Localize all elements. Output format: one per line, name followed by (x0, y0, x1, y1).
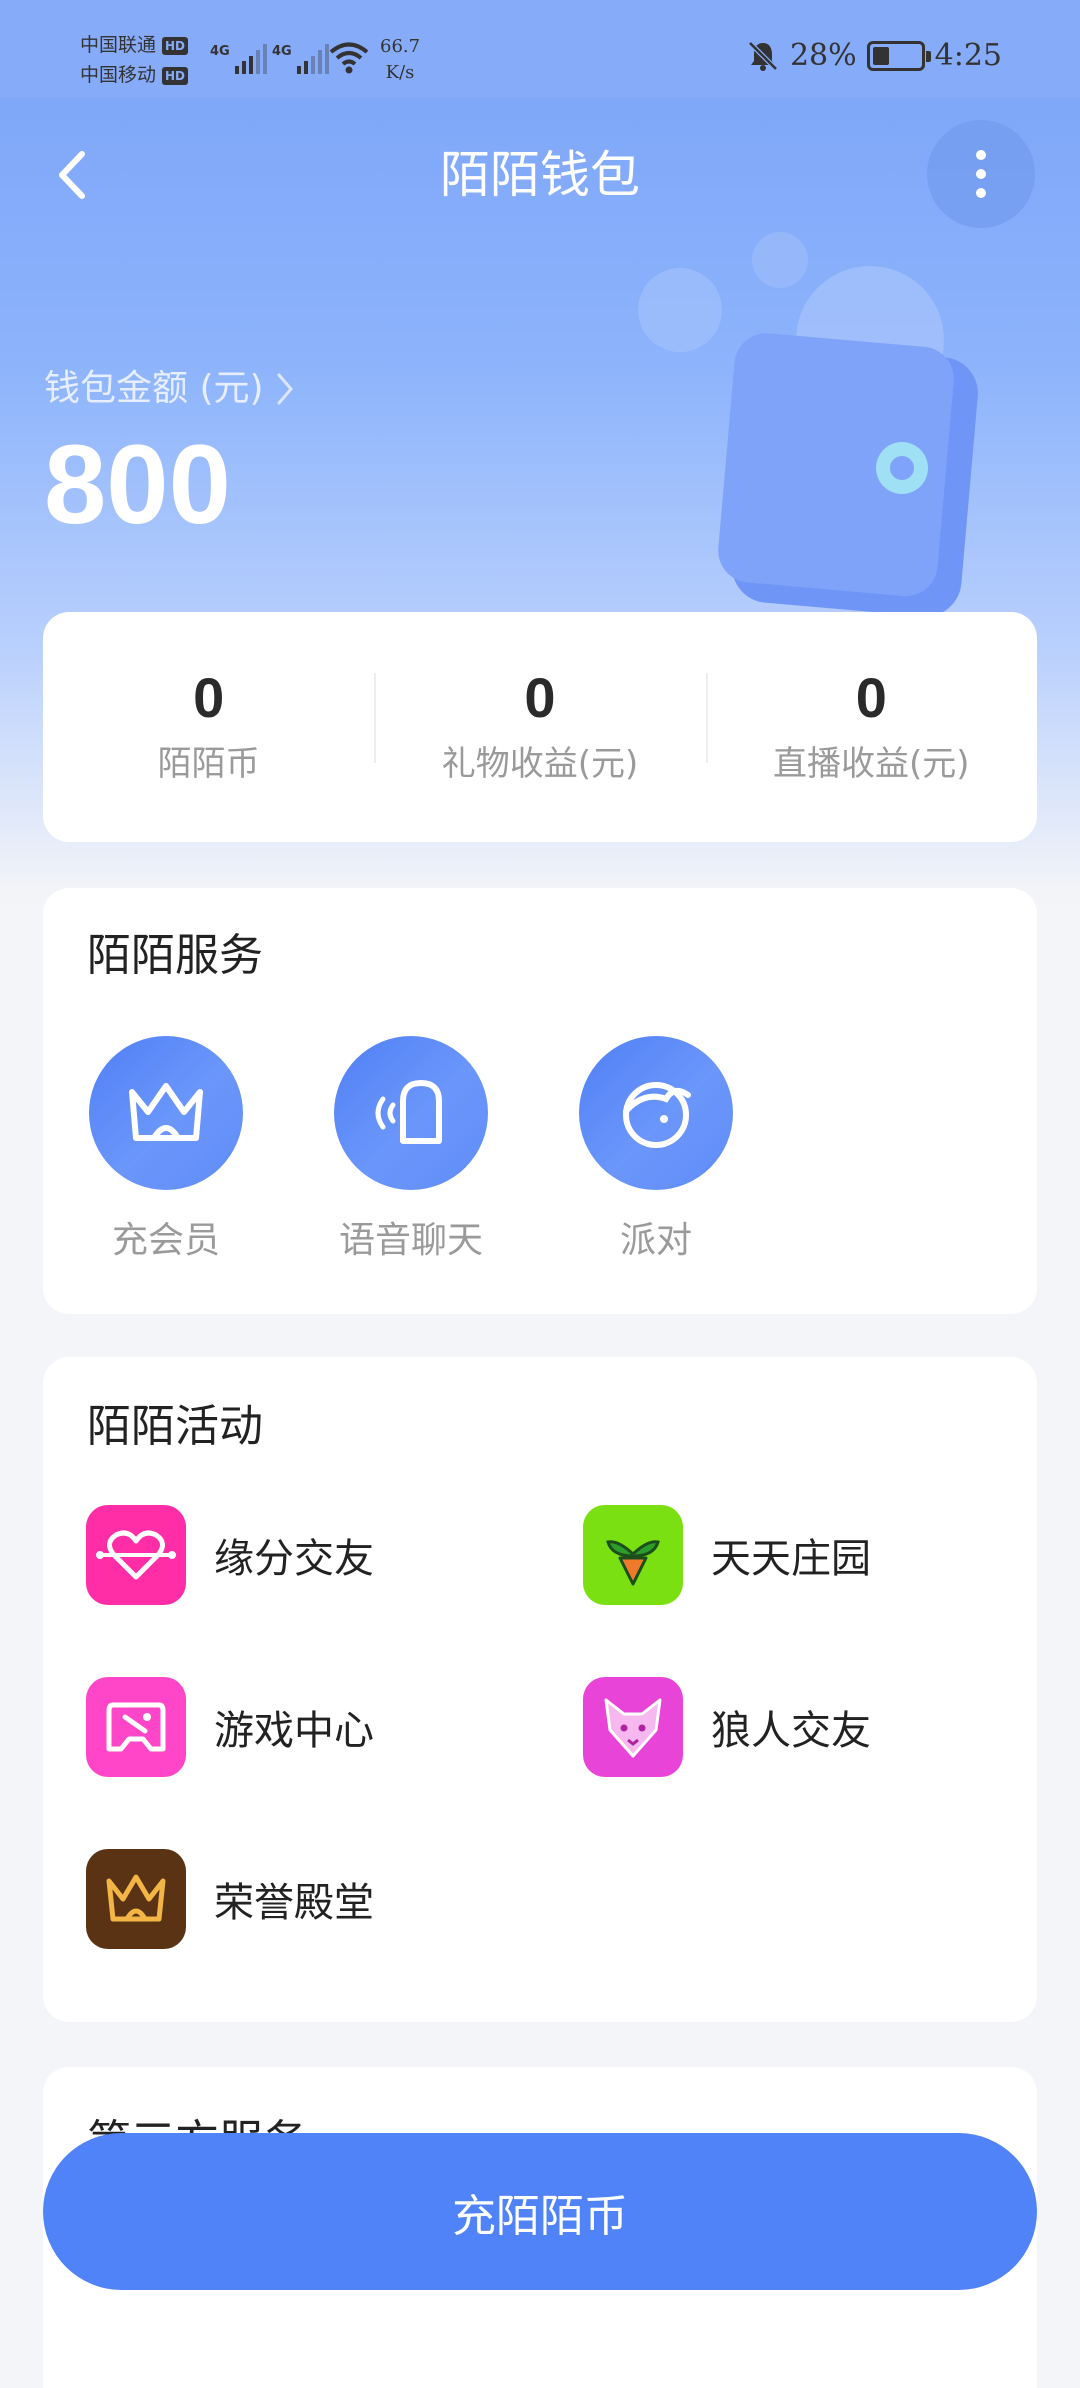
signal-2-icon: 4G (272, 44, 329, 74)
heart-icon (86, 1505, 186, 1605)
more-dot (976, 150, 986, 160)
carrier-info: 中国联通 HD 中国移动 HD (80, 30, 189, 90)
hd-badge: HD (162, 36, 189, 55)
service-label: 语音聊天 (338, 1220, 483, 1261)
stat-gift-income[interactable]: 0 礼物收益(元) (374, 663, 705, 791)
gamepad-icon (86, 1677, 186, 1777)
wallet-amount-label: 钱包金额 (元) (44, 368, 264, 409)
status-bar: 中国联通 HD 中国移动 HD 4G 4G 66.7 K/s 28% 4:25 (0, 0, 1080, 98)
nav-bar: 陌陌钱包 (0, 100, 1080, 250)
crown-icon (89, 1036, 243, 1190)
wolf-icon (583, 1677, 683, 1777)
wallet-amount-link[interactable]: 钱包金额 (元) (44, 364, 296, 414)
clock: 4:25 (934, 38, 1002, 73)
chevron-right-icon (277, 373, 293, 405)
more-dot (976, 188, 986, 198)
stat-label: 直播收益(元) (773, 744, 970, 784)
recharge-button[interactable]: 充陌陌币 (43, 2133, 1037, 2290)
wifi-icon (329, 42, 369, 74)
stat-value: 0 (193, 666, 225, 729)
service-label: 派对 (619, 1220, 692, 1261)
more-dot (976, 169, 986, 179)
more-options-button[interactable] (927, 120, 1035, 228)
activity-label: 缘分交友 (214, 1536, 374, 1582)
service-label: 充会员 (111, 1220, 220, 1261)
activity-werewolf[interactable]: 狼人交友 (583, 1677, 871, 1777)
sprout-icon (583, 1505, 683, 1605)
service-party[interactable]: 派对 (571, 1036, 741, 1266)
signal-1-icon: 4G (210, 44, 267, 74)
stat-value: 0 (524, 666, 556, 729)
network-speed: 66.7 K/s (380, 36, 421, 83)
carrier-1: 中国联通 (80, 34, 157, 56)
balance-stats-card: 0 陌陌币 0 礼物收益(元) 0 直播收益(元) (43, 612, 1037, 842)
stat-live-income[interactable]: 0 直播收益(元) (705, 663, 1037, 791)
wallet-amount: 800 (44, 422, 231, 547)
activities-title: 陌陌活动 (87, 1401, 263, 1452)
page-title: 陌陌钱包 (440, 146, 640, 204)
activity-label: 天天庄园 (711, 1536, 871, 1582)
stat-value: 0 (855, 666, 887, 729)
activity-dating[interactable]: 缘分交友 (86, 1505, 374, 1605)
party-icon (579, 1036, 733, 1190)
services-card: 陌陌服务 充会员 语音聊天 派对 (43, 888, 1037, 1314)
voice-chat-icon (334, 1036, 488, 1190)
activity-label: 狼人交友 (711, 1708, 871, 1754)
stat-label: 陌陌币 (157, 744, 260, 784)
services-title: 陌陌服务 (87, 930, 263, 981)
activity-farm[interactable]: 天天庄园 (583, 1505, 871, 1605)
crown-icon (86, 1849, 186, 1949)
activities-card: 陌陌活动 缘分交友 天天庄园 游戏中心 狼人交友 荣誉殿堂 (43, 1357, 1037, 2022)
hd-badge: HD (162, 66, 189, 85)
wallet-illustration-icon (638, 232, 978, 617)
carrier-2: 中国移动 (80, 64, 157, 86)
status-right: 28% 4:25 (746, 38, 1002, 73)
activity-label: 荣誉殿堂 (214, 1880, 374, 1926)
battery-icon (866, 40, 931, 71)
mute-bell-icon (748, 40, 778, 71)
stat-label: 礼物收益(元) (441, 744, 639, 784)
activity-hall-of-fame[interactable]: 荣誉殿堂 (86, 1849, 374, 1949)
activity-label: 游戏中心 (214, 1708, 374, 1754)
activity-game-center[interactable]: 游戏中心 (86, 1677, 374, 1777)
service-membership[interactable]: 充会员 (81, 1036, 251, 1266)
battery-percent: 28% (789, 38, 857, 73)
service-voice-chat[interactable]: 语音聊天 (326, 1036, 496, 1266)
stat-momo-coin[interactable]: 0 陌陌币 (43, 663, 374, 791)
